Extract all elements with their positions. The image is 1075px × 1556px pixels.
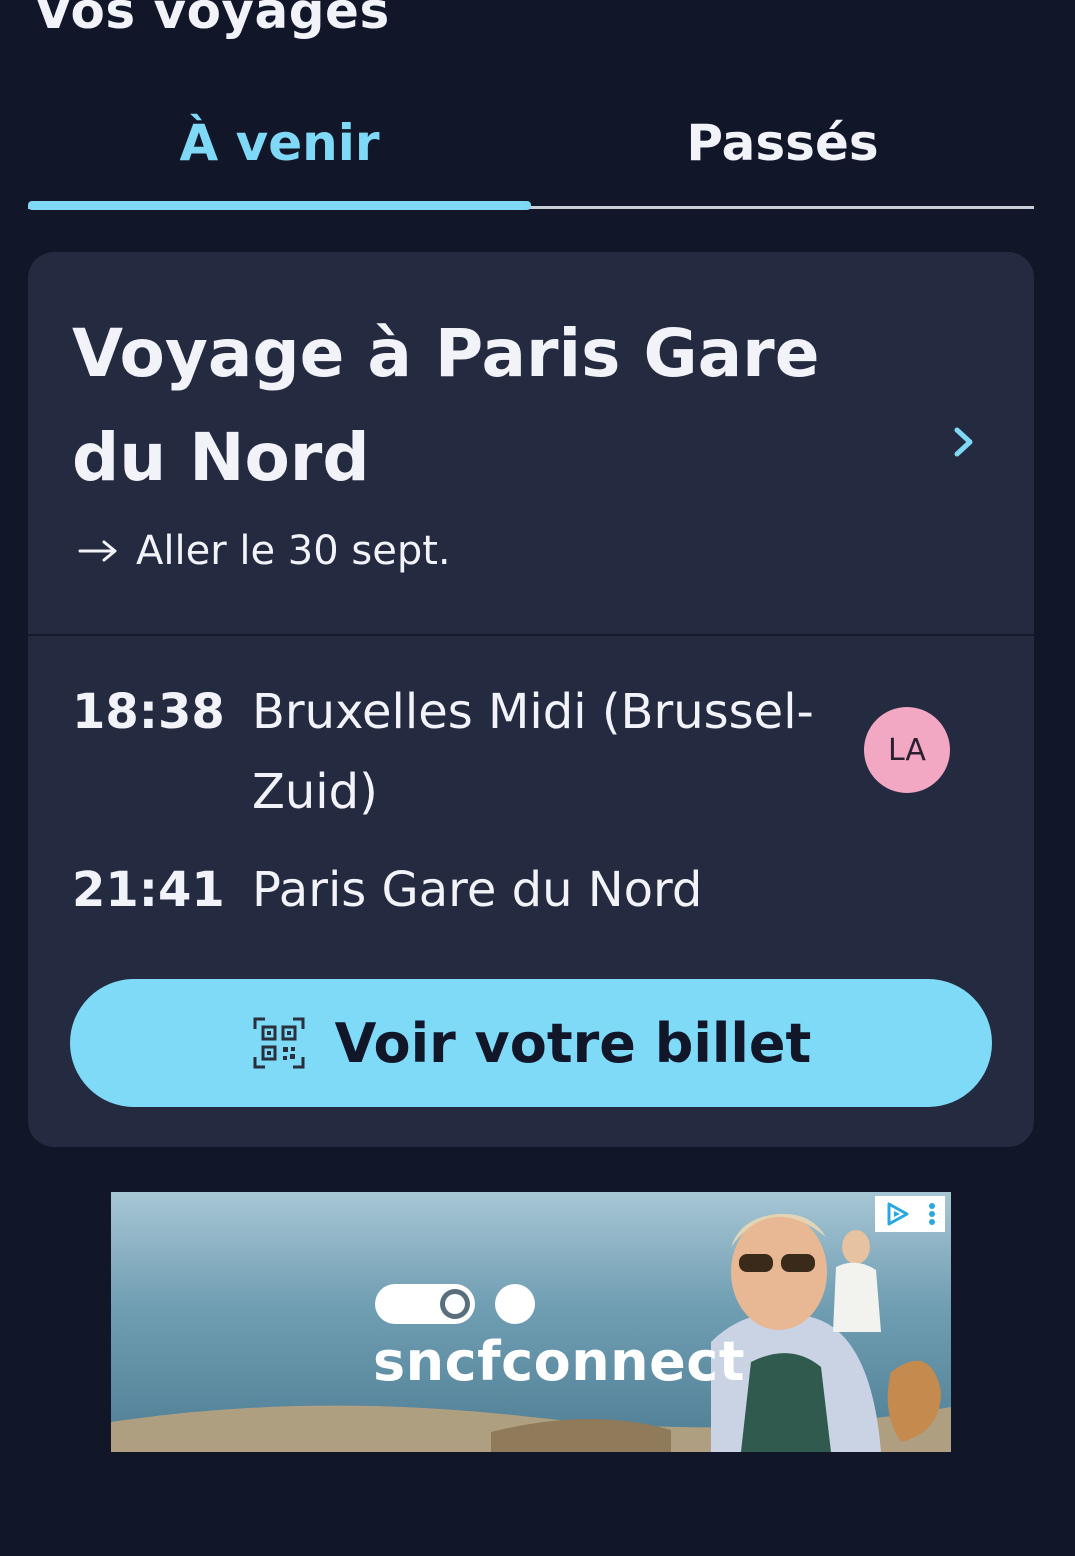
- chevron-right-icon[interactable]: [943, 422, 983, 462]
- departure-station: Bruxelles Midi (Brussel-Zuid): [252, 684, 814, 820]
- ad-brand-name: sncfconnect: [373, 1330, 746, 1393]
- traveler-avatar: LA: [864, 707, 950, 793]
- more-vertical-icon[interactable]: [927, 1200, 937, 1228]
- outbound-date: Aller le 30 sept.: [136, 528, 451, 574]
- view-ticket-label: Voir votre billet: [334, 1011, 812, 1075]
- trip-card: Voyage à Paris Gare du Nord Aller le 30 …: [28, 252, 1034, 1147]
- tab-active-indicator: [28, 201, 531, 210]
- arrival-time: 21:41: [72, 862, 225, 918]
- departure-time: 18:38: [72, 684, 225, 740]
- arrow-right-icon: [78, 540, 117, 562]
- ad-choices-button[interactable]: [875, 1196, 945, 1232]
- trip-title: Voyage à Paris Gare du Nord: [72, 315, 820, 496]
- ad-banner[interactable]: sncfconnect: [111, 1192, 951, 1452]
- ad-choices-icon: [887, 1202, 909, 1226]
- outbound-info: Aller le 30 sept.: [78, 528, 451, 574]
- arrival-stop: 21:41 Paris Gare du Nord: [72, 850, 852, 930]
- view-ticket-button[interactable]: Voir votre billet: [70, 979, 992, 1107]
- tab-upcoming[interactable]: À venir: [28, 84, 531, 202]
- sncfconnect-logo: [375, 1284, 535, 1324]
- qr-code-icon: [253, 1017, 305, 1069]
- tab-past[interactable]: Passés: [531, 84, 1034, 202]
- page-title: Vos voyages: [34, 0, 390, 40]
- departure-stop: 18:38 Bruxelles Midi (Brussel-Zuid): [72, 672, 852, 832]
- tab-bar: À venir Passés: [28, 84, 1034, 214]
- arrival-station: Paris Gare du Nord: [252, 862, 703, 918]
- trip-header[interactable]: Voyage à Paris Gare du Nord Aller le 30 …: [28, 252, 1034, 634]
- card-divider: [28, 634, 1034, 636]
